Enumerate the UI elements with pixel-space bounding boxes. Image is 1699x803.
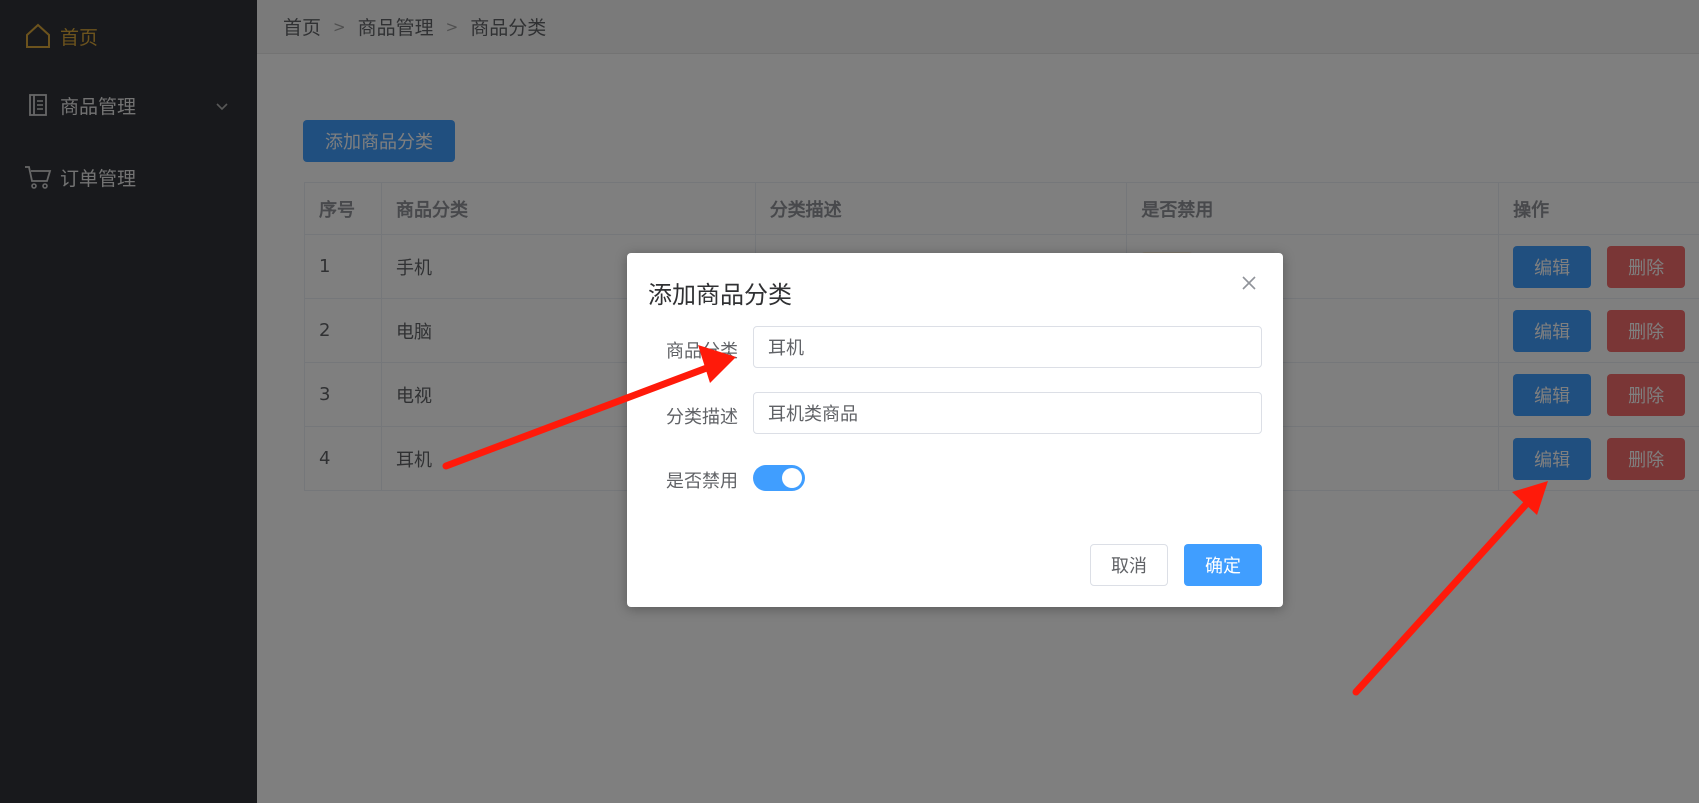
toggle-knob bbox=[782, 468, 802, 488]
category-input[interactable]: 耳机 bbox=[753, 326, 1262, 368]
confirm-button[interactable]: 确定 bbox=[1184, 544, 1262, 586]
close-icon[interactable] bbox=[1237, 271, 1261, 295]
disabled-label: 是否禁用 bbox=[666, 471, 738, 492]
cancel-button[interactable]: 取消 bbox=[1090, 544, 1168, 586]
description-input[interactable]: 耳机类商品 bbox=[753, 392, 1262, 434]
add-category-dialog: 添加商品分类 商品分类 耳机 分类描述 耳机类商品 是否禁用 取消 确定 bbox=[627, 253, 1283, 607]
category-label: 商品分类 bbox=[666, 341, 738, 362]
disabled-toggle[interactable] bbox=[753, 465, 805, 491]
dialog-title: 添加商品分类 bbox=[648, 281, 792, 309]
description-label: 分类描述 bbox=[666, 407, 738, 428]
